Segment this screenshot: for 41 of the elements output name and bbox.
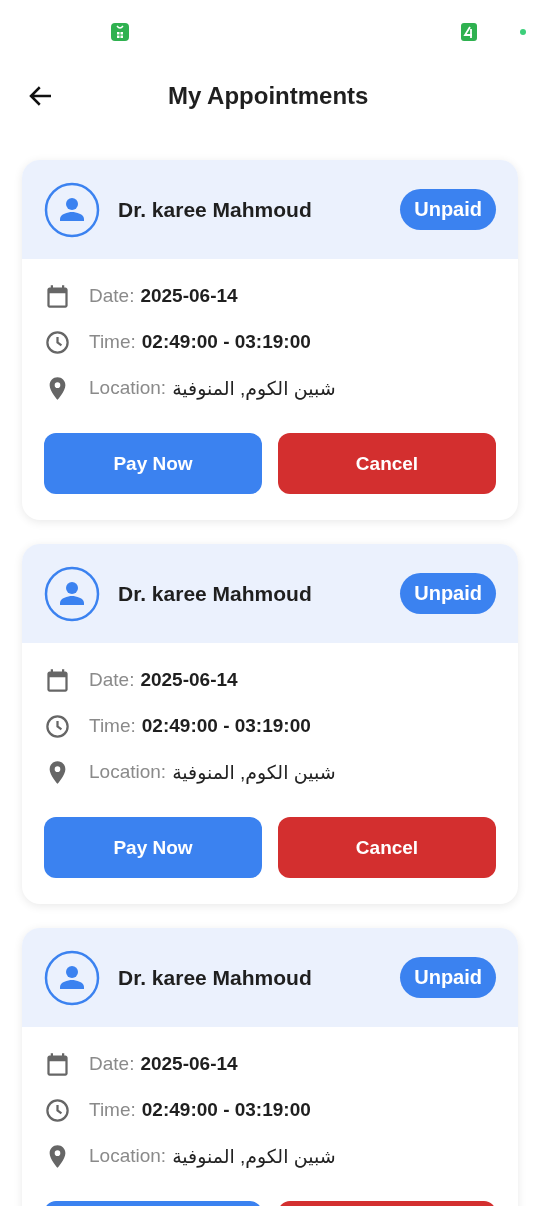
status-badge: Unpaid <box>400 573 496 614</box>
location-value: شبين الكوم, المنوفية <box>172 760 336 784</box>
pay-now-button[interactable]: Pay Now <box>44 433 262 494</box>
location-label: Location: <box>89 1145 167 1167</box>
clock-icon <box>44 712 71 740</box>
doctor-name: Dr. karee Mahmoud <box>118 581 313 606</box>
status-badge: Unpaid <box>400 189 496 230</box>
location-value: شبين الكوم, المنوفية <box>172 1144 336 1168</box>
cancel-button[interactable]: Cancel <box>278 817 496 878</box>
calendar-icon <box>44 1050 71 1078</box>
time-value: 02:49:00 - 03:19:00 <box>141 1099 311 1121</box>
doctor-name: Dr. karee Mahmoud <box>118 197 313 222</box>
date-label: Date: <box>89 1053 135 1075</box>
cancel-button[interactable]: Cancel <box>278 433 496 494</box>
time-label: Time: <box>89 1099 136 1121</box>
page-title: My Appointments <box>168 82 369 110</box>
date-value: 2025-06-14 <box>140 285 238 307</box>
avatar-icon <box>44 565 100 622</box>
clock-icon <box>44 328 71 356</box>
time-label: Time: <box>89 715 136 737</box>
pay-now-button[interactable]: Pay Now <box>44 817 262 878</box>
time-value: 02:49:00 - 03:19:00 <box>141 331 311 353</box>
clock-icon <box>44 1096 71 1124</box>
date-value: 2025-06-14 <box>140 1053 238 1075</box>
app-icon <box>111 23 129 41</box>
date-label: Date: <box>89 669 135 691</box>
calendar-icon <box>44 282 71 310</box>
status-badge: Unpaid <box>400 957 496 998</box>
time-label: Time: <box>89 331 136 353</box>
date-label: Date: <box>89 285 135 307</box>
date-value: 2025-06-14 <box>140 669 238 691</box>
doctor-name: Dr. karee Mahmoud <box>118 965 313 990</box>
location-label: Location: <box>89 761 167 783</box>
avatar-icon <box>44 181 100 238</box>
app-icon <box>461 23 477 41</box>
location-value: شبين الكوم, المنوفية <box>172 376 336 400</box>
notification-dot-icon <box>520 29 526 35</box>
time-value: 02:49:00 - 03:19:00 <box>141 715 311 737</box>
calendar-icon <box>44 666 71 694</box>
location-label: Location: <box>89 377 167 399</box>
avatar-icon <box>44 949 100 1006</box>
